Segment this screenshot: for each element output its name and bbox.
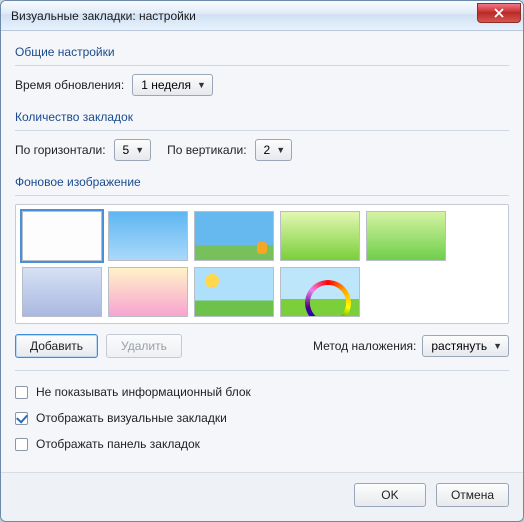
delete-button: Удалить (106, 334, 182, 358)
refresh-select[interactable]: 1 неделя ▼ (132, 74, 213, 96)
thumb-bluesky[interactable] (108, 211, 188, 261)
horiz-select[interactable]: 5 ▼ (114, 139, 152, 161)
settings-window: Визуальные закладки: настройки Общие нас… (0, 0, 524, 522)
thumb-white[interactable] (22, 211, 102, 261)
ok-button[interactable]: OK (354, 483, 426, 507)
titlebar: Визуальные закладки: настройки (1, 1, 523, 31)
horiz-value: 5 (123, 143, 130, 157)
refresh-label: Время обновления: (15, 78, 124, 92)
vert-value: 2 (264, 143, 271, 157)
chevron-down-icon: ▼ (276, 145, 285, 155)
show-visual-label: Отображать визуальные закладки (36, 411, 227, 425)
hide-info-checkbox[interactable] (15, 386, 28, 399)
count-heading: Количество закладок (15, 110, 509, 124)
add-label: Добавить (30, 339, 83, 353)
divider (15, 370, 509, 371)
divider (15, 65, 509, 66)
divider (15, 130, 509, 131)
overlay-label: Метод наложения: (313, 339, 416, 353)
cancel-button[interactable]: Отмена (436, 483, 509, 507)
chevron-down-icon: ▼ (493, 341, 502, 351)
overlay-value: растянуть (431, 339, 487, 353)
thumb-sunnyfield[interactable] (194, 267, 274, 317)
chevron-down-icon: ▼ (135, 145, 144, 155)
horiz-label: По горизонтали: (15, 143, 106, 157)
divider (15, 195, 509, 196)
hide-info-label: Не показывать информационный блок (36, 385, 251, 399)
footer: OK Отмена (1, 472, 523, 521)
thumbs-frame (15, 204, 509, 324)
general-heading: Общие настройки (15, 45, 509, 59)
delete-label: Удалить (121, 339, 167, 353)
thumb-limegreen[interactable] (280, 211, 360, 261)
ok-label: OK (381, 488, 398, 502)
chevron-down-icon: ▼ (197, 80, 206, 90)
close-button[interactable] (477, 3, 521, 23)
add-button[interactable]: Добавить (15, 334, 98, 358)
vert-select[interactable]: 2 ▼ (255, 139, 293, 161)
window-title: Визуальные закладки: настройки (11, 9, 477, 23)
show-panel-checkbox[interactable] (15, 438, 28, 451)
thumb-lightgreen[interactable] (366, 211, 446, 261)
thumb-rainbow[interactable] (280, 267, 360, 317)
thumb-sunrise[interactable] (108, 267, 188, 317)
thumbs-grid (22, 211, 502, 317)
vert-label: По вертикали: (167, 143, 246, 157)
cancel-label: Отмена (451, 488, 494, 502)
overlay-select[interactable]: растянуть ▼ (422, 335, 509, 357)
close-icon (494, 8, 504, 18)
refresh-value: 1 неделя (141, 78, 191, 92)
dialog-body: Общие настройки Время обновления: 1 неде… (1, 31, 523, 472)
show-visual-checkbox[interactable] (15, 412, 28, 425)
thumb-bluemeadow[interactable] (194, 211, 274, 261)
background-heading: Фоновое изображение (15, 175, 509, 189)
show-panel-label: Отображать панель закладок (36, 437, 200, 451)
thumb-softblue[interactable] (22, 267, 102, 317)
